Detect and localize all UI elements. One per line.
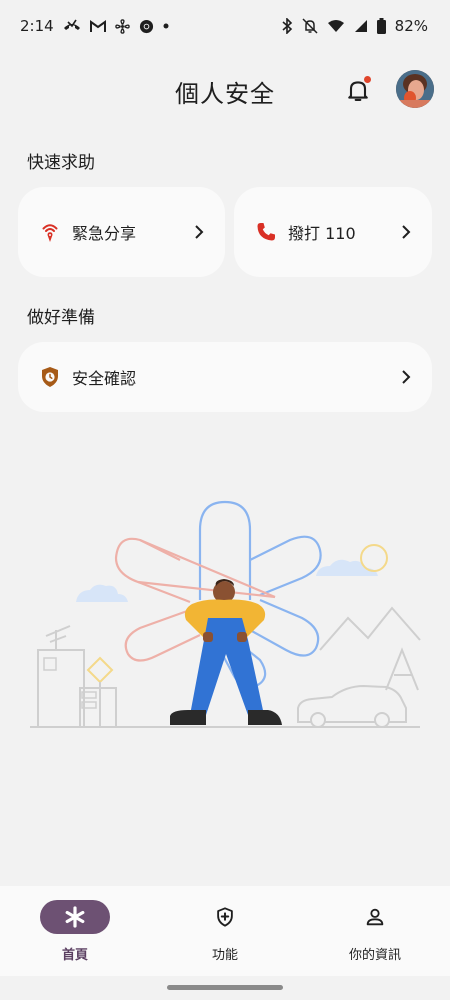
call-110-label: 撥打 110 <box>288 224 356 243</box>
prepare-heading: 做好準備 <box>27 308 95 328</box>
quick-help-heading: 快速求助 <box>27 153 95 173</box>
bottom-navigation: 首頁 功能 你的資訊 <box>0 886 450 976</box>
avatar[interactable] <box>396 70 434 108</box>
asterisk-icon <box>65 906 85 928</box>
status-time: 2:14 <box>20 17 54 35</box>
bluetooth-icon <box>282 18 292 34</box>
wifi-icon <box>327 20 344 32</box>
safety-check-label: 安全確認 <box>72 369 137 388</box>
mute-icon <box>302 18 318 34</box>
nav-home-label: 首頁 <box>61 948 88 963</box>
phone-icon <box>257 223 275 241</box>
app-header: 個人安全 <box>0 62 450 118</box>
chrome-icon <box>139 19 153 33</box>
emergency-share-card[interactable]: 緊急分享 <box>18 187 225 277</box>
nav-item-features[interactable]: 功能 <box>150 886 300 976</box>
battery-icon <box>376 18 386 34</box>
chevron-right-icon <box>195 225 204 239</box>
fan-icon <box>114 18 130 34</box>
gesture-area <box>0 976 450 1000</box>
nav-your-info-pill[interactable] <box>340 900 410 934</box>
nav-features-label: 功能 <box>211 948 238 963</box>
signal-icon <box>354 20 367 32</box>
shield-plus-icon <box>217 907 233 927</box>
avatar-photo <box>396 70 434 108</box>
call-110-card[interactable]: 撥打 110 <box>234 187 432 277</box>
status-right: 82% <box>281 17 428 35</box>
missed-call-icon <box>63 19 80 30</box>
emergency-share-icon <box>42 224 58 242</box>
status-bar: 2:14 82% <box>0 0 450 52</box>
nav-features-pill[interactable] <box>190 900 260 934</box>
nav-home-pill[interactable] <box>40 900 110 934</box>
safety-check-card[interactable]: 安全確認 <box>18 342 432 412</box>
safety-check-shield-icon <box>42 367 58 387</box>
page-title: 個人安全 <box>175 80 275 108</box>
nav-item-home[interactable]: 首頁 <box>0 886 150 976</box>
battery-percent: 82% <box>394 17 428 35</box>
gesture-handle[interactable] <box>167 985 283 990</box>
status-left: 2:14 <box>20 17 169 35</box>
emergency-share-label: 緊急分享 <box>72 224 137 243</box>
chevron-right-icon <box>402 225 411 239</box>
dot-icon <box>163 23 169 29</box>
nav-item-your-info[interactable]: 你的資訊 <box>300 886 450 976</box>
notification-badge <box>364 76 371 83</box>
person-icon <box>366 908 384 926</box>
chevron-right-icon <box>402 370 411 384</box>
gmail-icon <box>89 19 106 32</box>
personal-safety-illustration <box>30 500 421 728</box>
nav-your-info-label: 你的資訊 <box>348 948 401 963</box>
